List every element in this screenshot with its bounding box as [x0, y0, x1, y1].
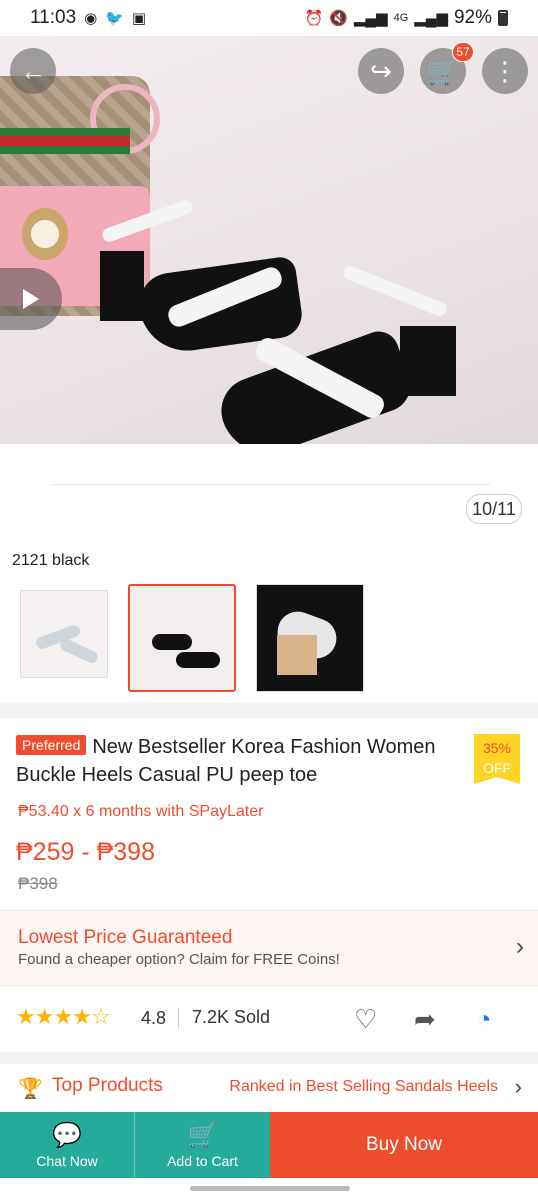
status-left: 11:03 ◉ 🐦 ▣ [30, 7, 146, 29]
home-indicator [190, 1186, 350, 1191]
network-type: 4G [393, 12, 409, 24]
chat-icon: 💬 [52, 1121, 82, 1149]
twitter-icon: 🐦 [105, 10, 124, 27]
status-right: ⏰ 🔇 ▂▄▆ 4G ▂▄▆ 92% [304, 7, 508, 29]
discount-badge: 35% OFF [474, 734, 520, 784]
play-video-button[interactable] [0, 268, 62, 330]
star-icon: ★ [34, 1004, 55, 1029]
discount-percent: 35% [482, 740, 512, 756]
rating-separator [178, 1008, 179, 1028]
cart-button[interactable]: 🛒 57 [420, 42, 474, 94]
alarm-icon: ⏰ [304, 10, 324, 27]
chevron-right-icon: › [514, 1074, 522, 1099]
share-button[interactable]: ↪ [358, 48, 404, 94]
product-image[interactable] [0, 36, 538, 444]
rating-stars: ★★★★☆ [16, 1004, 111, 1030]
star-icon: ★ [16, 1004, 36, 1029]
back-arrow-icon: ← [20, 55, 46, 86]
bottom-action-bar: 💬 Chat Now 🛒 Add to Cart Buy Now [0, 1112, 538, 1178]
messenger-icon: ◉ [84, 10, 98, 27]
top-products-title: Top Products [52, 1075, 163, 1096]
chevron-right-icon: › [516, 933, 524, 960]
signal-icon-2: ▂▄▆ [414, 10, 448, 27]
bag-stripe [0, 128, 130, 154]
price-range: ₱259 - ₱398 [16, 838, 155, 866]
variation-thumb-black[interactable] [128, 584, 236, 692]
shoe-heel [100, 251, 144, 321]
play-icon [23, 289, 39, 309]
top-products-rank: Ranked in Best Selling Sandals Heels [229, 1078, 498, 1095]
heart-icon[interactable]: ♡ [354, 1004, 377, 1035]
add-to-cart-button[interactable]: 🛒 Add to Cart [134, 1112, 270, 1178]
trophy-icon: 🏆 [18, 1078, 43, 1100]
guarantee-subtitle: Found a cheaper option? Claim for FREE C… [18, 951, 340, 968]
more-button[interactable]: ⋮ [482, 48, 528, 94]
thumb-strap [58, 637, 100, 665]
rating-row: ★★★★☆ 4.8 7.2K Sold ♡ ➦ ◔ [0, 998, 538, 1040]
preferred-badge: Preferred [16, 735, 87, 755]
section-divider [0, 1052, 538, 1064]
section-divider [0, 702, 538, 718]
gallery-icon: ▣ [131, 10, 147, 27]
star-icon: ★ [72, 1004, 92, 1029]
original-price: ₱398 [18, 874, 58, 893]
lowest-price-guarantee[interactable]: Lowest Price Guaranteed Found a cheaper … [0, 910, 538, 986]
star-half-icon: ☆ [90, 1004, 111, 1029]
chat-now-button[interactable]: 💬 Chat Now [0, 1112, 134, 1178]
chat-now-label: Chat Now [36, 1152, 98, 1169]
spaylater-installment[interactable]: ₱53.40 x 6 months with SPayLater [18, 803, 263, 821]
variation-label: 2121 black [12, 552, 90, 569]
variation-thumb-silver[interactable] [20, 590, 108, 678]
buy-now-label: Buy Now [365, 1134, 443, 1155]
shoe-strap [341, 263, 449, 319]
gallery-divider [50, 484, 490, 485]
add-cart-icon: 🛒 [187, 1121, 218, 1149]
add-to-cart-label: Add to Cart [167, 1152, 238, 1169]
more-vertical-icon: ⋮ [492, 55, 518, 86]
battery-icon [498, 10, 508, 26]
back-button[interactable]: ← [10, 48, 56, 94]
product-title: Preferred New Bestseller Korea Fashion Wo… [16, 733, 456, 789]
mute-icon: 🔇 [329, 10, 348, 27]
image-counter: 10/11 [466, 494, 522, 524]
bee-ornament [22, 208, 68, 260]
variation-thumb-beige[interactable] [256, 584, 364, 692]
variation-thumbnails [20, 584, 364, 692]
share-icon: ↪ [370, 55, 392, 86]
messenger-share-icon[interactable]: ◔ [476, 1004, 492, 1035]
share-icon[interactable]: ➦ [414, 1004, 436, 1035]
star-icon: ★ [53, 1004, 73, 1029]
rating-value: 4.8 [141, 1008, 167, 1028]
thumb-shoe [152, 634, 192, 650]
thumb-shoe [176, 652, 220, 668]
battery-level: 92% [453, 7, 492, 28]
guarantee-title: Lowest Price Guaranteed [18, 927, 233, 948]
top-products-row[interactable]: 🏆 Top Products Ranked in Best Selling Sa… [0, 1066, 538, 1110]
thumb-heel [277, 635, 317, 675]
status-time: 11:03 [30, 7, 77, 28]
cart-count-badge: 57 [452, 42, 474, 62]
sold-count: 7.2K Sold [192, 1007, 271, 1027]
discount-off: OFF [483, 760, 511, 776]
status-bar: 11:03 ◉ 🐦 ▣ ⏰ 🔇 ▂▄▆ 4G ▂▄▆ 92% [0, 0, 538, 36]
cart-icon: 🛒 [426, 55, 460, 86]
buy-now-button[interactable]: Buy Now [270, 1112, 538, 1178]
signal-icon: ▂▄▆ [353, 10, 388, 27]
